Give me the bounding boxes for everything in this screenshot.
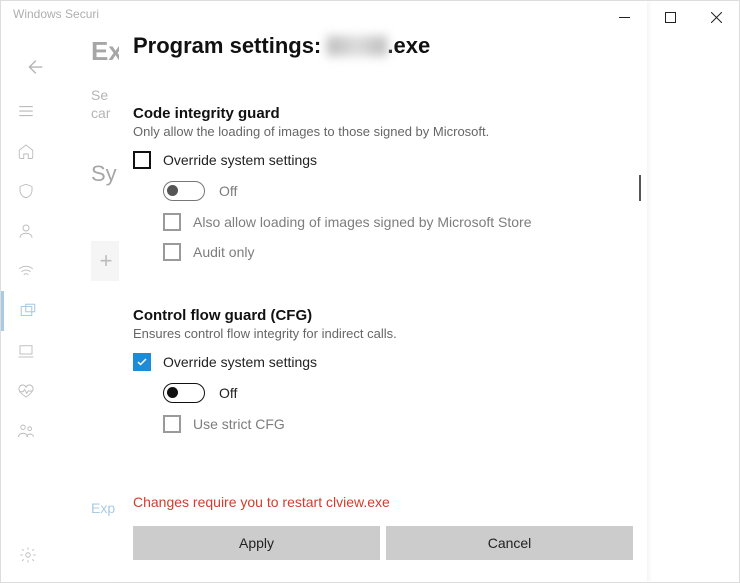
text-caret [639,175,641,201]
toggle-cig[interactable] [163,181,205,201]
toggle-cfg[interactable] [163,383,205,403]
toggle-cig-state: Off [219,183,237,199]
dialog-title: Program settings: .exe [133,33,639,59]
minimize-button[interactable] [601,1,647,33]
section-desc-cig: Only allow the loading of images to thos… [133,124,639,139]
section-title-cig: Code integrity guard [133,105,639,122]
toggle-cfg-state: Off [219,385,237,401]
checkbox-cfg-override[interactable] [133,353,151,371]
label-cig-store: Also allow loading of images signed by M… [193,214,532,230]
checkbox-cig-override[interactable] [133,151,151,169]
cancel-button[interactable]: Cancel [386,526,633,560]
checkbox-cig-audit[interactable] [163,243,181,261]
redacted-program-name [327,36,387,56]
label-cig-audit: Audit only [193,244,254,260]
label-cfg-override: Override system settings [163,354,317,370]
checkbox-cfg-strict[interactable] [163,415,181,433]
restart-warning: Changes require you to restart clview.ex… [133,494,390,510]
close-button[interactable] [693,1,739,33]
label-cfg-strict: Use strict CFG [193,416,285,432]
section-desc-cfg: Ensures control flow integrity for indir… [133,326,639,341]
label-cig-override: Override system settings [163,152,317,168]
program-settings-dialog: Program settings: .exe Code integrity gu… [119,1,647,582]
apply-button[interactable]: Apply [133,526,380,560]
section-title-cfg: Control flow guard (CFG) [133,307,639,324]
checkbox-cig-store[interactable] [163,213,181,231]
maximize-button[interactable] [647,1,693,33]
